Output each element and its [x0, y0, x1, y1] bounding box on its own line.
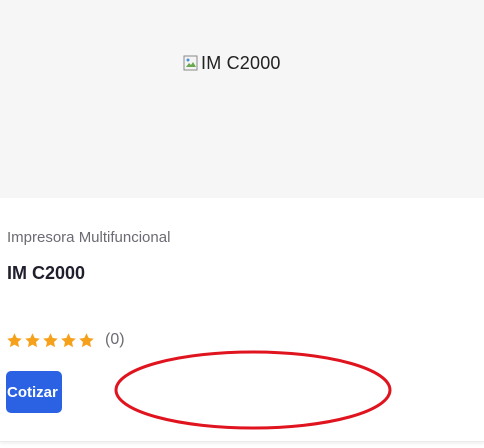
product-image-area[interactable]: IM C2000	[0, 0, 484, 198]
star-icon	[7, 332, 22, 347]
product-title[interactable]: IM C2000	[7, 262, 85, 284]
product-image: IM C2000	[183, 52, 281, 74]
broken-image-icon	[183, 55, 198, 71]
star-icon	[61, 332, 76, 347]
image-alt-text: IM C2000	[201, 53, 281, 73]
quote-button[interactable]: Cotizar	[6, 371, 62, 413]
quote-button-label: Cotizar	[7, 383, 58, 401]
star-icon	[79, 332, 94, 347]
star-icon	[25, 332, 40, 347]
product-category: Impresora Multifuncional	[7, 229, 171, 246]
page: IM C2000 Impresora Multifuncional IM C20…	[0, 0, 484, 448]
star-icon	[43, 332, 58, 347]
rating-count: (0)	[105, 331, 125, 348]
rating-stars	[6, 332, 95, 349]
product-rating: (0)	[6, 330, 125, 350]
product-card: IM C2000 Impresora Multifuncional IM C20…	[0, 0, 484, 442]
